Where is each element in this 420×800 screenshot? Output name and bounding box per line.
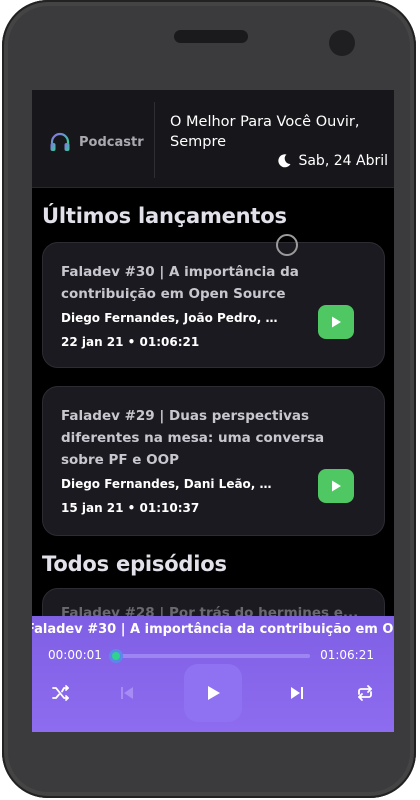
- episode-members: Diego Fernandes, Dani Leão, La...: [61, 477, 279, 491]
- next-button[interactable]: [280, 676, 314, 710]
- repeat-icon: [358, 685, 372, 701]
- next-icon: [291, 687, 303, 699]
- all-episodes-title: Todos episódios: [42, 552, 227, 576]
- audio-player: Faladev #30 | A importância da contribui…: [32, 616, 394, 732]
- repeat-button[interactable]: [348, 676, 382, 710]
- episode-card[interactable]: Faladev #30 | A importância da contribui…: [42, 242, 385, 368]
- current-date: Sab, 24 Abril: [276, 153, 388, 169]
- phone-speaker: [174, 30, 248, 43]
- play-icon: [332, 480, 341, 492]
- episode-meta: 15 jan 21 • 01:10:37: [61, 501, 200, 515]
- episode-title[interactable]: Faladev #29 | Duas perspectivas diferent…: [61, 405, 361, 471]
- play-pause-button[interactable]: [184, 664, 242, 722]
- latest-episodes-title: Últimos lançamentos: [42, 204, 287, 228]
- progress-slider[interactable]: [108, 649, 310, 663]
- episode-title[interactable]: Faladev #30 | A importância da contribui…: [61, 261, 323, 305]
- play-icon: [208, 686, 220, 700]
- shuffle-button[interactable]: [44, 676, 78, 710]
- app-screen: Podcastr O Melhor Para Você Ouvir, Sempr…: [32, 90, 394, 732]
- current-time: 00:00:01: [48, 648, 102, 662]
- logo-text: Podcastr: [79, 134, 144, 150]
- header-divider: [154, 102, 155, 178]
- episode-card[interactable]: Faladev #29 | Duas perspectivas diferent…: [42, 386, 385, 536]
- now-playing-title: Faladev #30 | A importância da contribui…: [32, 622, 394, 637]
- header-tagline: O Melhor Para Você Ouvir, Sempre: [170, 114, 360, 150]
- date-text: Sab, 24 Abril: [298, 153, 388, 169]
- previous-icon: [121, 687, 133, 699]
- app-header: Podcastr O Melhor Para Você Ouvir, Sempr…: [32, 90, 394, 188]
- phone-camera: [329, 30, 355, 56]
- touch-indicator: [276, 234, 298, 256]
- episode-meta: 22 jan 21 • 01:06:21: [61, 335, 200, 349]
- duration: 01:06:21: [320, 648, 374, 662]
- app-logo[interactable]: Podcastr: [48, 130, 144, 154]
- play-episode-button[interactable]: [318, 305, 354, 339]
- play-icon: [332, 316, 341, 328]
- progress-handle[interactable]: [108, 649, 123, 663]
- shuffle-icon: [52, 685, 69, 701]
- phone-frame: Podcastr O Melhor Para Você Ouvir, Sempr…: [2, 0, 416, 798]
- moon-icon: [278, 154, 291, 168]
- episode-members: Diego Fernandes, João Pedro, D...: [61, 311, 279, 325]
- previous-button[interactable]: [110, 676, 144, 710]
- headphones-icon: [50, 132, 70, 151]
- play-episode-button[interactable]: [318, 469, 354, 503]
